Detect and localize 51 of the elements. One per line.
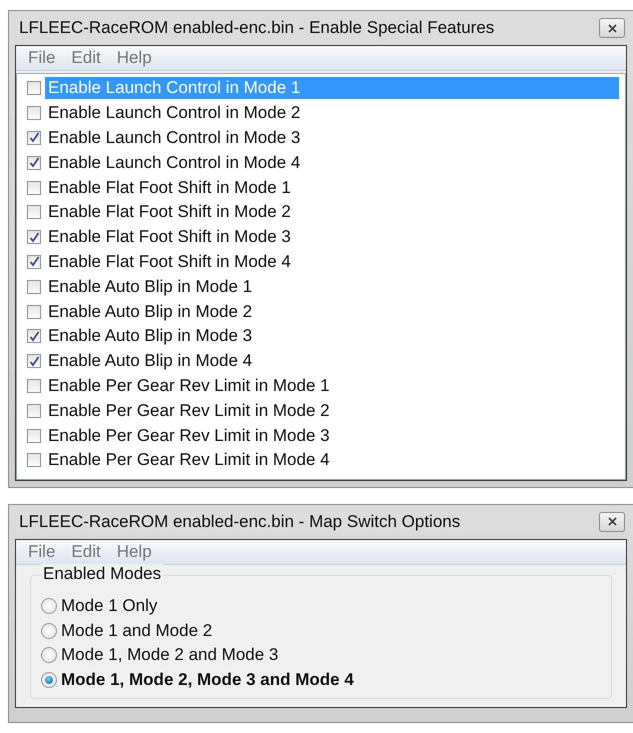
radio-button[interactable] <box>41 622 57 638</box>
list-item[interactable]: Enable Per Gear Rev Limit in Mode 1 <box>45 374 333 397</box>
list-item[interactable]: Enable Launch Control in Mode 2 <box>45 102 304 124</box>
radio-label[interactable]: Mode 1 and Mode 2 <box>61 620 212 640</box>
checkbox[interactable] <box>27 304 41 319</box>
list-item[interactable]: Enable Flat Foot Shift in Mode 1 <box>45 176 294 199</box>
checkbox[interactable] <box>27 428 41 443</box>
list-item[interactable]: Enable Per Gear Rev Limit in Mode 3 <box>45 424 333 447</box>
menu-item[interactable]: Edit <box>65 48 111 68</box>
checkbox[interactable] <box>27 329 41 344</box>
window-title: LFLEEC-RaceROM enabled-enc.bin - Map Switch Options <box>18 512 462 532</box>
list-item[interactable]: Enable Auto Blip in Mode 1 <box>45 276 256 298</box>
list-item[interactable]: Enable Auto Blip in Mode 3 <box>45 325 256 348</box>
list-item[interactable]: Enable Flat Foot Shift in Mode 2 <box>45 201 294 224</box>
window-title: LFLEEC-RaceROM enabled-enc.bin - Enable Special Features <box>18 18 496 38</box>
close-icon <box>608 517 616 526</box>
checkbox[interactable] <box>27 205 41 220</box>
list-item[interactable]: Enable Auto Blip in Mode 2 <box>45 300 256 323</box>
list-item[interactable]: Enable Auto Blip in Mode 4 <box>45 350 256 372</box>
radio-button[interactable] <box>41 672 57 688</box>
checkbox[interactable] <box>27 404 41 418</box>
checkbox[interactable] <box>27 130 41 145</box>
menu-item[interactable]: File <box>22 48 66 68</box>
checkbox[interactable] <box>27 156 41 170</box>
list-item[interactable]: Enable Per Gear Rev Limit in Mode 4 <box>45 449 333 472</box>
close-button[interactable] <box>599 18 625 38</box>
checkbox[interactable] <box>27 453 41 468</box>
radio-label[interactable]: Mode 1 Only <box>61 596 158 616</box>
list-item[interactable]: Enable Flat Foot Shift in Mode 4 <box>45 250 294 273</box>
checkbox[interactable] <box>27 230 41 244</box>
list-item[interactable]: Enable Flat Foot Shift in Mode 3 <box>45 226 294 248</box>
radio-button[interactable] <box>41 598 57 614</box>
list-item[interactable]: Enable Launch Control in Mode 4 <box>45 152 304 174</box>
checkbox[interactable] <box>27 354 41 368</box>
close-button[interactable] <box>599 512 625 532</box>
close-icon <box>608 24 616 32</box>
list-item[interactable]: Enable Per Gear Rev Limit in Mode 2 <box>45 400 333 422</box>
radio-button[interactable] <box>41 647 57 663</box>
radio-label[interactable]: Mode 1, Mode 2, Mode 3 and Mode 4 <box>61 670 354 690</box>
radio-label[interactable]: Mode 1, Mode 2 and Mode 3 <box>61 645 278 665</box>
checkbox[interactable] <box>27 254 41 269</box>
menu-item[interactable]: Edit <box>65 542 111 562</box>
checkbox[interactable] <box>27 81 41 96</box>
checkbox[interactable] <box>27 378 41 393</box>
menu-item[interactable]: File <box>22 542 66 562</box>
checkbox[interactable] <box>27 180 41 195</box>
menu-item[interactable]: Help <box>110 48 162 68</box>
menu-item[interactable]: Help <box>110 542 162 562</box>
checkbox[interactable] <box>27 106 41 120</box>
checkbox[interactable] <box>27 280 41 294</box>
list-item[interactable]: Enable Launch Control in Mode 3 <box>45 126 304 149</box>
